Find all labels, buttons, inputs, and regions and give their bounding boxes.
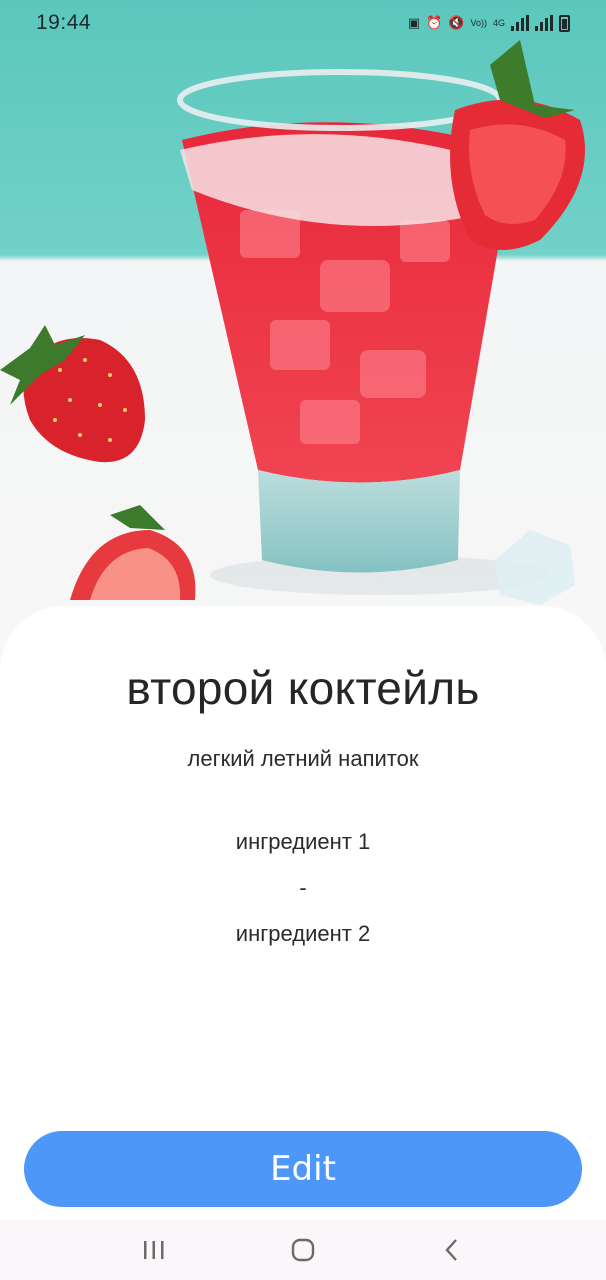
cocktail-title: второй коктейль (126, 662, 480, 714)
signal-2-icon (535, 15, 553, 31)
system-nav-bar (0, 1220, 606, 1280)
recent-apps-icon (144, 1241, 164, 1259)
signal-1-icon (511, 15, 529, 31)
network-label: 4G (492, 18, 505, 28)
recent-apps-button[interactable] (134, 1230, 174, 1270)
ingredient-item: ингредиент 2 (235, 921, 371, 946)
status-bar: 19:44 ▣ ⏰ 🔇 Vo)) 4G (0, 0, 606, 46)
cocktail-illustration (0, 40, 585, 605)
ingredient-separator: - (299, 875, 307, 900)
home-icon (291, 1238, 315, 1262)
status-icons: ▣ ⏰ 🔇 Vo)) 4G (407, 14, 570, 32)
back-button[interactable] (432, 1230, 472, 1270)
back-icon (445, 1239, 457, 1261)
cocktail-description: легкий летний напиток (187, 746, 419, 771)
cocktail-image (0, 0, 606, 670)
mute-icon: 🔇 (448, 15, 465, 30)
volte-label: Vo)) (470, 18, 487, 28)
edit-button[interactable]: Edit (24, 1131, 582, 1207)
home-button[interactable] (283, 1230, 323, 1270)
alarm-icon: ⏰ (426, 15, 443, 30)
ingredient-item: ингредиент 1 (235, 829, 371, 854)
status-time: 19:44 (36, 11, 92, 34)
battery-icon (559, 14, 570, 32)
lock-icon: ▣ (407, 15, 421, 30)
